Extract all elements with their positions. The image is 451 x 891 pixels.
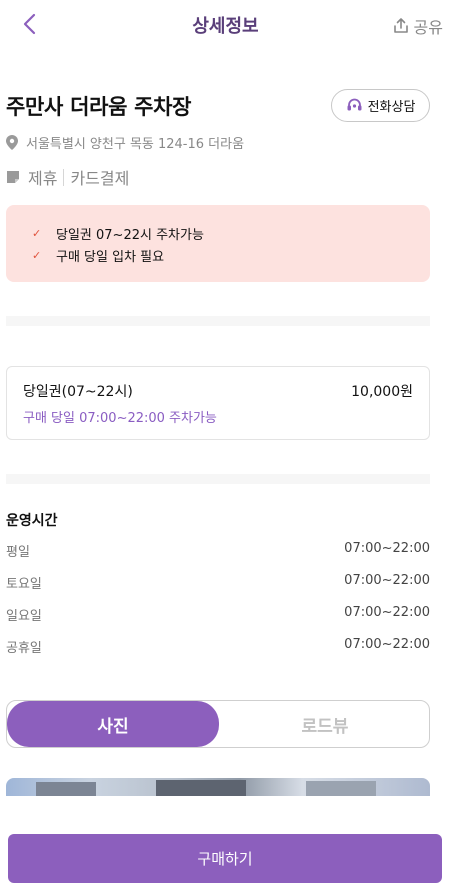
view-toggle: 사진 로드뷰 xyxy=(6,700,430,748)
hours-day: 공휴일 xyxy=(6,641,42,656)
share-icon xyxy=(393,18,408,33)
ticket-name: 당일권(07~22시) xyxy=(23,384,133,400)
section-divider xyxy=(6,316,430,326)
hours-time: 07:00~22:00 xyxy=(344,637,430,652)
hours-time: 07:00~22:00 xyxy=(344,573,430,588)
ticket-card[interactable]: 당일권(07~22시) 10,000원 구매 당일 07:00~22:00 주차… xyxy=(6,366,430,440)
parking-photo[interactable] xyxy=(6,778,430,796)
share-label: 공유 xyxy=(413,18,443,37)
photo-detail xyxy=(306,781,376,796)
hours-day: 평일 xyxy=(6,545,30,560)
phone-consult-button[interactable]: 전화상담 xyxy=(331,89,430,122)
hours-day: 토요일 xyxy=(6,577,42,592)
hours-row: 토요일 07:00~22:00 xyxy=(6,573,430,605)
address-row: 서울특별시 양천구 목동 124-16 더라움 xyxy=(6,133,244,152)
tab-roadview[interactable]: 로드뷰 xyxy=(219,701,431,747)
check-icon: ✓ xyxy=(32,248,42,262)
headset-icon xyxy=(347,98,362,111)
tag-card-payment: 카드결제 xyxy=(70,169,130,188)
hours-row: 공휴일 07:00~22:00 xyxy=(6,637,430,669)
phone-consult-label: 전화상담 xyxy=(367,100,416,115)
share-button[interactable]: 공유 xyxy=(392,14,443,38)
notice-item: ✓ 구매 당일 입차 필요 xyxy=(32,244,430,266)
hours-list: 평일 07:00~22:00 토요일 07:00~22:00 일요일 07:00… xyxy=(6,541,430,669)
tag-partner: 제휴 xyxy=(28,169,58,188)
photo-detail xyxy=(156,780,246,796)
hours-time: 07:00~22:00 xyxy=(344,605,430,620)
address-text: 서울특별시 양천구 목동 124-16 더라움 xyxy=(26,137,245,152)
purchase-button[interactable]: 구매하기 xyxy=(8,834,442,883)
check-icon: ✓ xyxy=(32,226,42,240)
hours-time: 07:00~22:00 xyxy=(344,541,430,556)
page-title: 상세정보 xyxy=(192,16,259,37)
notice-text: 당일권 07~22시 주차가능 xyxy=(56,227,204,243)
section-divider xyxy=(6,474,430,484)
hours-row: 일요일 07:00~22:00 xyxy=(6,605,430,637)
top-bar: 상세정보 공유 xyxy=(0,0,451,50)
notice-item: ✓ 당일권 07~22시 주차가능 xyxy=(32,222,430,244)
hours-title: 운영시간 xyxy=(6,513,58,529)
location-pin-icon xyxy=(6,135,18,150)
tag-icon xyxy=(7,171,19,183)
notice-text: 구매 당일 입차 필요 xyxy=(56,249,165,265)
ticket-description: 구매 당일 07:00~22:00 주차가능 xyxy=(23,411,217,426)
feature-tags: 제휴 카드결제 xyxy=(6,165,129,189)
notice-box: ✓ 당일권 07~22시 주차가능 ✓ 구매 당일 입차 필요 xyxy=(6,205,430,282)
hours-day: 일요일 xyxy=(6,609,42,624)
tab-photo[interactable]: 사진 xyxy=(7,701,219,747)
tag-divider xyxy=(63,168,65,186)
ticket-price: 10,000원 xyxy=(351,384,413,400)
hours-row: 평일 07:00~22:00 xyxy=(6,541,430,573)
photo-detail xyxy=(36,782,96,796)
parking-lot-name: 주만사 더라움 주차장 xyxy=(6,95,192,119)
